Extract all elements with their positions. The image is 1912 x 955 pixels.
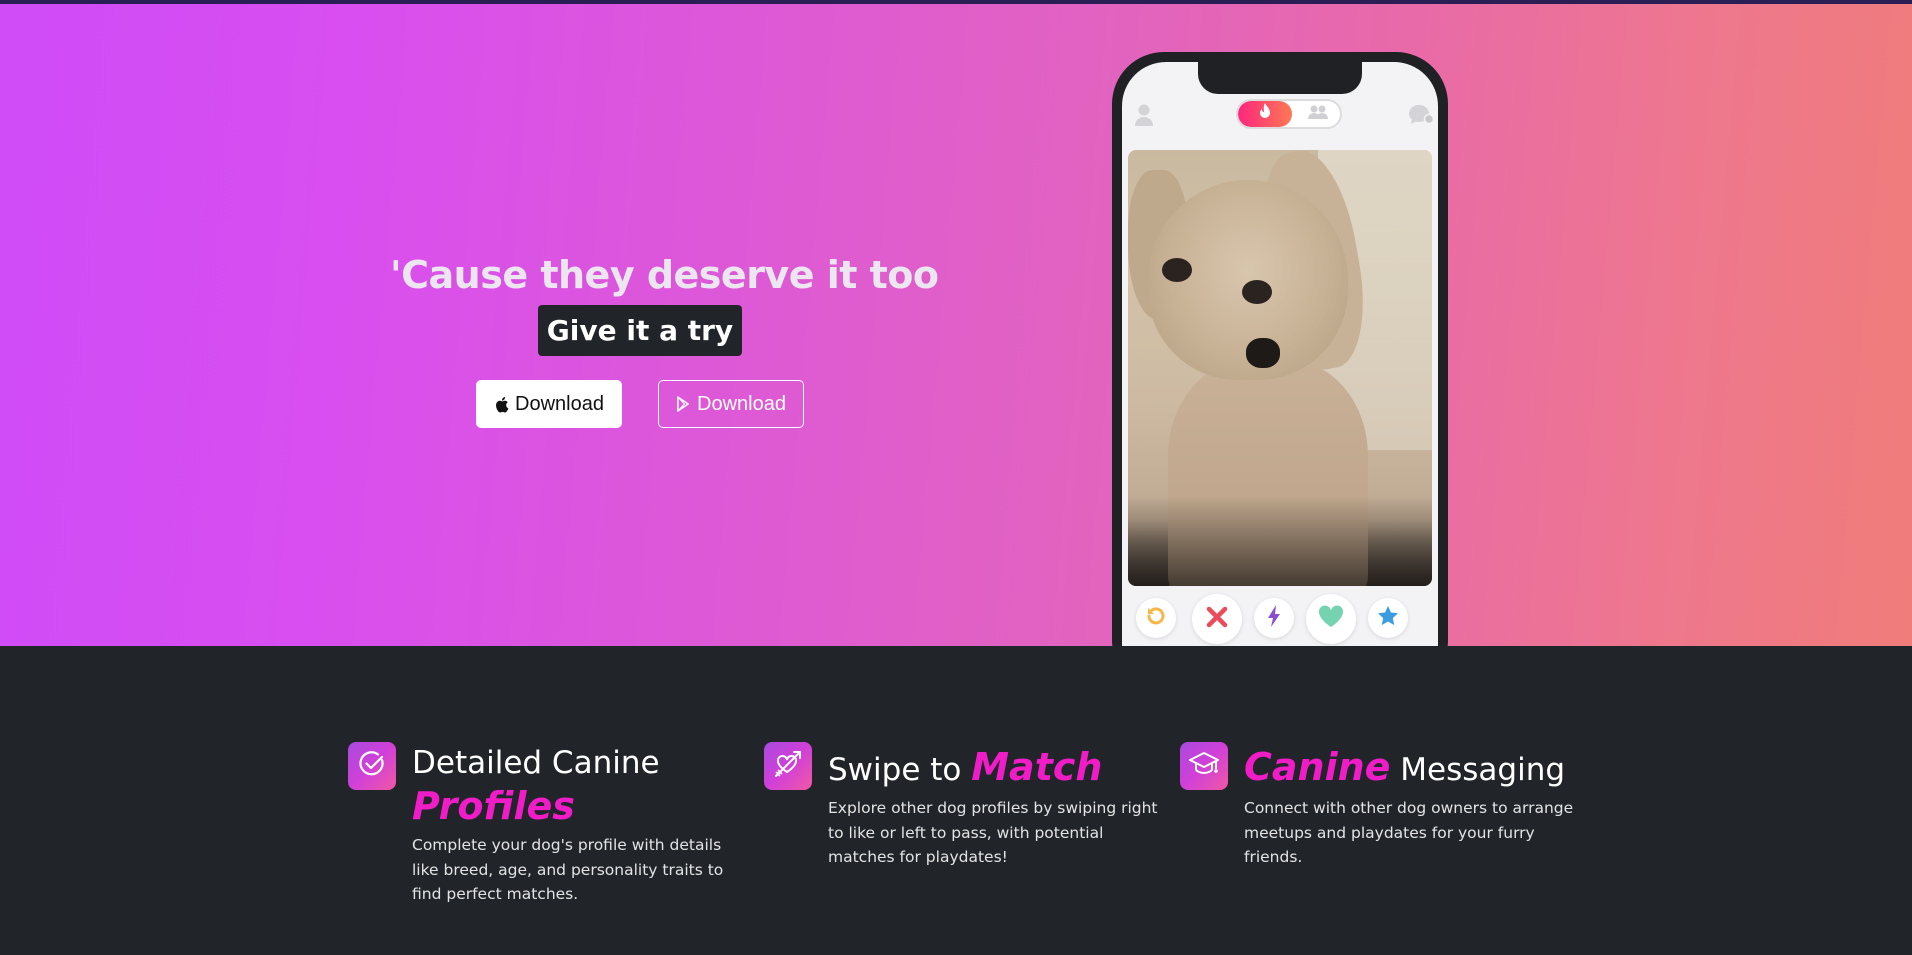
swipe-actions-bar: [1122, 594, 1438, 646]
feature-title-accent: Match: [971, 745, 1103, 789]
feature-title: Swipe to Match: [828, 746, 1102, 792]
feature-icon-box: [1180, 742, 1228, 790]
feature-icon-box: [764, 742, 812, 790]
feature-title-accent: Profiles: [412, 784, 575, 828]
chat-icon[interactable]: [1408, 102, 1434, 128]
boost-button[interactable]: [1254, 598, 1294, 638]
phone-notch: [1198, 62, 1362, 94]
feature-title-plain: Detailed Canine: [412, 745, 660, 781]
boost-icon: [1267, 604, 1281, 632]
feature-description: Explore other dog profiles by swiping ri…: [828, 799, 1158, 866]
flame-mode[interactable]: [1238, 101, 1292, 127]
feature-description: Connect with other dog owners to arrange…: [1244, 799, 1574, 866]
window-top-border: [0, 0, 1912, 4]
feature-title-plain: Messaging: [1400, 752, 1566, 788]
download-google-play-label: Download: [697, 392, 786, 415]
download-app-store-button[interactable]: Download: [476, 380, 622, 428]
graduation-cap-icon: [1189, 751, 1219, 782]
feature-title-plain: Swipe to: [828, 752, 962, 788]
group-icon: [1306, 104, 1330, 125]
feature-title: Detailed Canine Profiles: [412, 742, 660, 831]
discovery-mode-toggle[interactable]: [1236, 99, 1342, 129]
feature-icon-box: [348, 742, 396, 790]
like-icon: [1318, 605, 1344, 633]
hero-section: 'Cause they deserve it too Give it a try…: [0, 0, 1912, 646]
give-it-a-try-button[interactable]: Give it a try: [538, 305, 742, 356]
rewind-button[interactable]: [1136, 598, 1176, 638]
check-circle-icon: [358, 750, 386, 783]
nope-icon: [1206, 606, 1228, 633]
phone-mockup: [1112, 52, 1448, 646]
hero-headline: 'Cause they deserve it too: [390, 253, 939, 297]
download-google-play-button[interactable]: Download: [658, 380, 804, 428]
rewind-icon: [1145, 605, 1167, 632]
super-like-button[interactable]: [1368, 598, 1408, 638]
profile-icon[interactable]: [1132, 102, 1156, 128]
like-button[interactable]: [1306, 594, 1356, 644]
heart-arrow-icon: [773, 749, 803, 784]
phone-screen: [1122, 62, 1438, 646]
super-like-icon: [1377, 605, 1399, 631]
dog-profile-photo[interactable]: [1128, 150, 1432, 586]
nope-button[interactable]: [1192, 594, 1242, 644]
feature-description: Complete your dog's profile with details…: [412, 836, 724, 903]
google-play-icon: [676, 396, 691, 412]
download-app-store-label: Download: [515, 392, 604, 415]
feature-title-accent: Canine: [1244, 745, 1391, 789]
social-mode[interactable]: [1298, 101, 1338, 127]
apple-icon: [494, 396, 509, 413]
flame-icon: [1258, 103, 1272, 125]
feature-title: Canine Messaging: [1244, 746, 1565, 792]
features-section: Detailed Canine Profiles Complete your d…: [0, 646, 1912, 955]
